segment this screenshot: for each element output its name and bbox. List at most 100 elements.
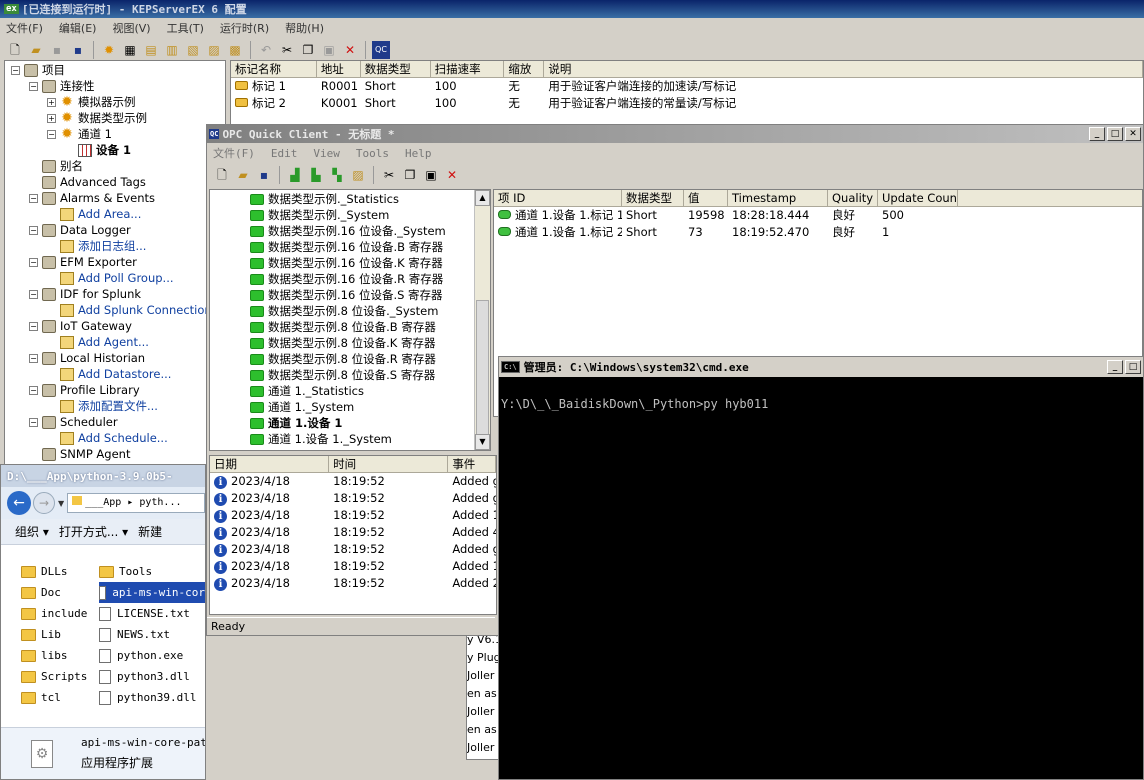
log-row[interactable]: i 2023/4/18 18:19:52 Added 2 [210,575,496,592]
file-item[interactable]: Doc [21,582,101,603]
menu-item[interactable]: 帮助(H) [285,20,324,36]
group-node[interactable]: 数据类型示例.16 位设备.K 寄存器 [210,255,490,271]
tree-node[interactable]: Advanced Tags [5,174,225,190]
column-header[interactable]: 说明 [544,61,1143,77]
tag-row[interactable]: 标记 2 K0001 Short 100 无 用于验证客户端连接的常量读/写标记 [231,95,1143,112]
item-row[interactable]: 通道 1.设备 1.标记 1 Short 19598 18:28:18.444 良好 50… [494,207,1142,224]
open-with-button[interactable]: 打开方式... ▾ [59,523,128,540]
undo-icon[interactable]: ↶ [257,41,275,59]
group-node[interactable]: 通道 1.设备 1 [210,415,490,431]
file-item[interactable]: DLLs [21,561,101,582]
menu-item[interactable]: View [313,147,340,160]
wizard-icon[interactable]: ▩ [226,41,244,59]
tree-node[interactable]: − Alarms & Events [5,190,225,206]
column-header[interactable]: 数据类型 [361,61,431,77]
column-header[interactable]: Update Count [878,190,958,206]
file-item[interactable]: python39.dll [99,687,205,708]
column-header[interactable]: 时间 [329,456,449,472]
save-disabled-icon[interactable]: ▪ [48,41,66,59]
file-item[interactable]: NEWS.txt [99,624,205,645]
collapse-icon[interactable]: − [29,193,38,203]
file-item[interactable]: python3.dll [99,666,205,687]
group-node[interactable]: 数据类型示例.16 位设备.S 寄存器 [210,287,490,303]
close-button[interactable]: ✕ [1125,127,1141,141]
column-header[interactable]: 项 ID [494,190,622,206]
tree-scrollbar[interactable]: ▲ ▼ [474,190,490,450]
opc-event-log[interactable]: 日期 时间 事件 i 2023/4/18 18:19:52 Added g i 2023/4/… [209,455,497,615]
tree-node[interactable]: Add Splunk Connection... [5,302,225,318]
new-project-icon[interactable]: 🗋 [6,41,24,59]
menu-item[interactable]: 视图(V) [112,20,150,36]
maximize-button[interactable]: □ [1107,127,1123,141]
scroll-thumb[interactable] [476,300,489,440]
new-server-icon[interactable]: ▟ [286,166,304,184]
open-icon[interactable]: ▰ [234,166,252,184]
tag-list[interactable]: 标记名称 地址 数据类型 扫描速率 缩放 说明 标记 1 R0001 Short 100 无用于验… [230,60,1144,130]
new-item-icon[interactable]: ▚ [328,166,346,184]
group-node[interactable]: 数据类型示例.16 位设备._System [210,223,490,239]
collapse-icon[interactable]: − [11,65,20,75]
group-node[interactable]: 数据类型示例.16 位设备.R 寄存器 [210,271,490,287]
log-row[interactable]: i 2023/4/18 18:19:52 Added g [210,473,496,490]
tree-node[interactable]: 添加日志组... [5,238,225,254]
file-item[interactable]: tcl [21,687,101,708]
tree-node[interactable]: 别名 [5,158,225,174]
new-tag-icon[interactable]: ▤ [142,41,160,59]
item-row[interactable]: 通道 1.设备 1.标记 2 Short 73 18:19:52.470 良好 1 [494,224,1142,241]
file-item[interactable]: api-ms-win-cor [99,582,205,603]
tree-node[interactable]: 添加配置文件... [5,398,225,414]
column-header[interactable]: Quality [828,190,878,206]
log-row[interactable]: i 2023/4/18 18:19:52 Added 1 [210,558,496,575]
collapse-icon[interactable]: − [29,289,38,299]
tree-node[interactable]: Add Schedule... [5,430,225,446]
new-icon[interactable]: 🗋 [213,166,231,184]
collapse-icon[interactable]: − [29,225,38,235]
menu-item[interactable]: 编辑(E) [59,20,97,36]
file-item[interactable]: python.exe [99,645,205,666]
column-header[interactable]: 数据类型 [622,190,684,206]
cut-icon[interactable]: ✂ [380,166,398,184]
column-header[interactable]: 地址 [317,61,361,77]
log-row[interactable]: i 2023/4/18 18:19:52 Added 1 [210,507,496,524]
tree-node[interactable]: + ✹ 模拟器示例 [5,94,225,110]
group-node[interactable]: 数据类型示例.8 位设备.S 寄存器 [210,367,490,383]
collapse-icon[interactable]: − [29,353,38,363]
paste-icon[interactable]: ▣ [320,41,338,59]
delete-icon[interactable]: ✕ [443,166,461,184]
tree-node[interactable]: − EFM Exporter [5,254,225,270]
column-header[interactable]: 标记名称 [231,61,317,77]
menu-item[interactable]: 工具(T) [167,20,204,36]
kepserver-titlebar[interactable]: ex [已连接到运行时] - KEPServerEX 6 配置 [0,0,1144,18]
bulk-tags-icon[interactable]: ▧ [184,41,202,59]
file-item[interactable]: Tools [99,561,205,582]
expand-icon[interactable]: + [47,113,56,123]
tree-node[interactable]: Add Agent... [5,334,225,350]
copy-icon[interactable]: ❐ [401,166,419,184]
tree-node[interactable]: Add Poll Group... [5,270,225,286]
cut-icon[interactable]: ✂ [278,41,296,59]
properties-icon[interactable]: ▨ [349,166,367,184]
history-dropdown-icon[interactable]: ▼ [58,499,64,508]
group-node[interactable]: 通道 1._Statistics [210,383,490,399]
new-channel-icon[interactable]: ✹ [100,41,118,59]
group-node[interactable]: 数据类型示例.8 位设备._System [210,303,490,319]
collapse-icon[interactable]: − [29,257,38,267]
file-item[interactable]: include [21,603,101,624]
address-bar[interactable]: ___App ▸ pyth... [67,493,205,513]
cmd-maximize-button[interactable]: □ [1125,360,1141,374]
copy-icon[interactable]: ❐ [299,41,317,59]
group-node[interactable]: 数据类型示例.8 位设备.K 寄存器 [210,335,490,351]
column-header[interactable]: 事件 [448,456,496,472]
collapse-icon[interactable]: − [47,129,56,139]
menu-item[interactable]: 文件(F) [6,20,43,36]
file-item[interactable]: Scripts [21,666,101,687]
group-node[interactable]: 数据类型示例.8 位设备.B 寄存器 [210,319,490,335]
group-node[interactable]: 数据类型示例.16 位设备.B 寄存器 [210,239,490,255]
scroll-down-icon[interactable]: ▼ [475,434,490,450]
menu-item[interactable]: Help [405,147,432,160]
group-node[interactable]: 数据类型示例._System [210,207,490,223]
menu-item[interactable]: 运行时(R) [220,20,269,36]
column-header[interactable]: 日期 [210,456,330,472]
tree-node[interactable]: − Local Historian [5,350,225,366]
file-item[interactable]: libs [21,645,101,666]
